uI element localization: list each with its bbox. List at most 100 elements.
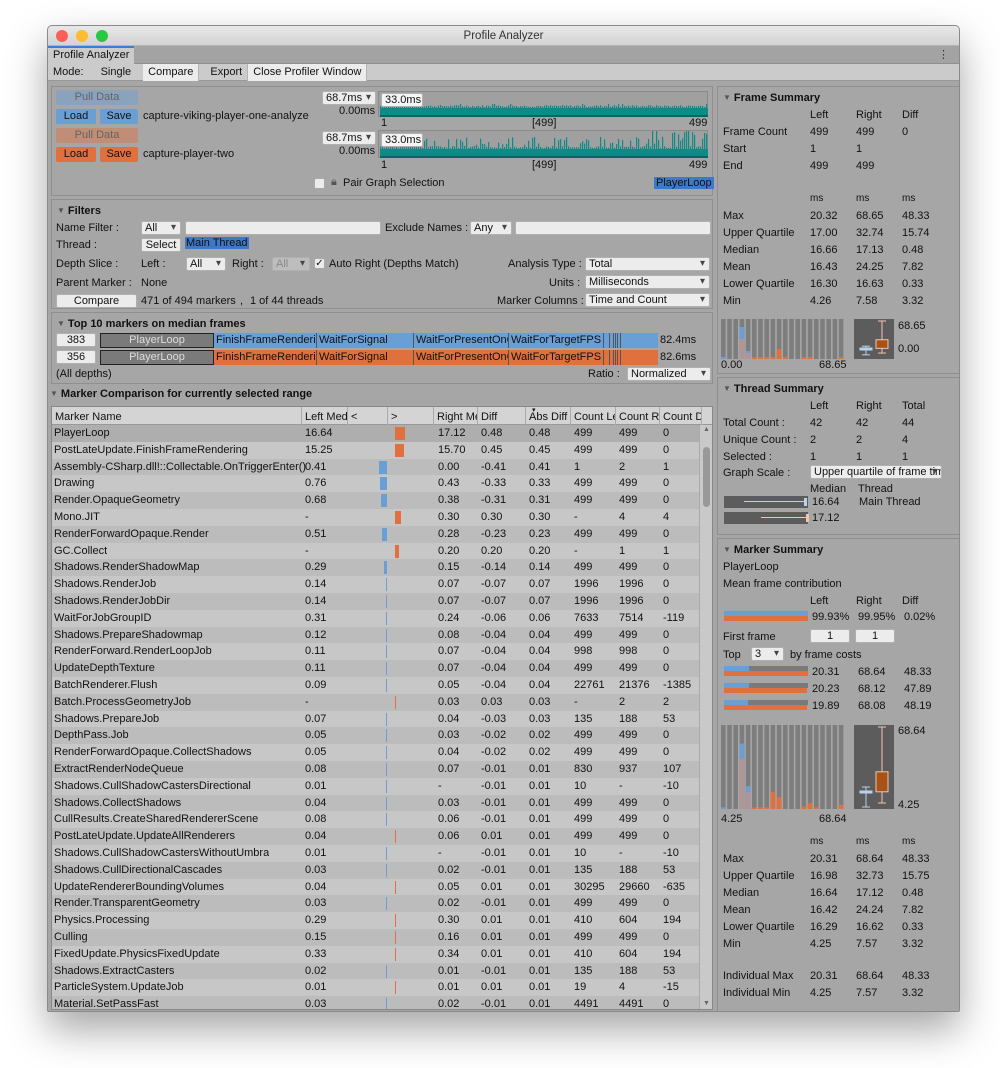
compare-button[interactable]: Compare xyxy=(56,294,137,308)
zoom-window-button[interactable] xyxy=(96,30,108,42)
table-row[interactable]: BatchRenderer.Flush 0.09 0.05 -0.04 0.04 2276… xyxy=(52,676,712,694)
save-left-button[interactable]: Save xyxy=(100,109,138,124)
table-row[interactable]: Physics.Processing 0.29 0.30 0.01 0.01 410 604… xyxy=(52,912,712,929)
table-row[interactable]: Shadows.PrepareJob 0.07 0.04 -0.03 0.03 135 18… xyxy=(52,710,712,728)
table-row[interactable]: GC.Collect - 0.20 0.20 0.20 - 1 1 xyxy=(52,542,712,560)
table-scrollbar[interactable]: ▲ ▼ xyxy=(699,425,712,1009)
top10-frame-button[interactable]: 383 xyxy=(56,333,96,347)
top10-root-marker[interactable]: PlayerLoop xyxy=(100,350,214,365)
table-row[interactable]: Shadows.CollectShadows 0.04 0.03 -0.01 0.01 4… xyxy=(52,794,712,812)
top10-marker-segment[interactable]: FinishFrameRendering xyxy=(214,333,317,348)
top-count-dropdown[interactable]: 3 xyxy=(751,647,784,661)
table-row[interactable]: Shadows.RenderShadowMap 0.29 0.15 -0.14 0.14… xyxy=(52,559,712,577)
top10-small-segment[interactable] xyxy=(618,333,621,348)
pull-data-right-button[interactable]: Pull Data xyxy=(56,128,138,143)
top10-frame-button[interactable]: 356 xyxy=(56,350,96,364)
kebab-menu-icon[interactable]: ⋮ xyxy=(938,48,949,61)
table-row[interactable]: UpdateDepthTexture 0.11 0.07 -0.04 0.04 499 49… xyxy=(52,660,712,677)
table-row[interactable]: RenderForward.RenderLoopJob 0.11 0.07 -0.04… xyxy=(52,643,712,661)
top10-root-marker[interactable]: PlayerLoop xyxy=(100,333,214,348)
filters-header[interactable]: Filters xyxy=(57,205,101,217)
table-row[interactable]: ParticleSystem.UpdateJob 0.01 0.01 0.01 0.01… xyxy=(52,979,712,997)
close-window-button[interactable] xyxy=(56,30,68,42)
column-header-left-median[interactable]: Left Median xyxy=(302,407,348,425)
load-left-button[interactable]: Load xyxy=(56,109,96,124)
exclude-names-mode-dropdown[interactable]: Any xyxy=(470,221,512,235)
name-filter-input[interactable] xyxy=(185,221,381,235)
top10-header[interactable]: Top 10 markers on median frames xyxy=(57,318,246,330)
top10-small-segment[interactable] xyxy=(618,350,621,365)
column-header--[interactable]: > xyxy=(388,407,434,425)
scroll-down-icon[interactable]: ▼ xyxy=(703,1000,710,1007)
marker-comparison-header[interactable]: Marker Comparison for currently selected… xyxy=(50,388,312,400)
table-row[interactable]: Shadows.RenderJob 0.14 0.07 -0.07 0.07 1996 19… xyxy=(52,576,712,593)
exclude-names-input[interactable] xyxy=(515,221,711,235)
column-header-count-delta[interactable]: Count Delta xyxy=(660,407,702,425)
table-row[interactable]: PostLateUpdate.UpdateAllRenderers 0.04 0.0… xyxy=(52,828,712,845)
right-frame-graph[interactable]: 33.0ms xyxy=(378,130,708,158)
save-right-button[interactable]: Save xyxy=(100,147,138,162)
tab-profile-analyzer[interactable]: Profile Analyzer xyxy=(48,46,135,64)
auto-right-checkbox[interactable]: ✓ xyxy=(314,258,325,269)
table-row[interactable]: FixedUpdate.PhysicsFixedUpdate 0.33 0.34 0.… xyxy=(52,945,712,963)
table-row[interactable]: Shadows.CullShadowCastersDirectional 0.01… xyxy=(52,777,712,795)
table-row[interactable]: RenderForwardOpaque.CollectShadows 0.05 0.… xyxy=(52,744,712,761)
table-row[interactable]: Shadows.ExtractCasters 0.02 0.01 -0.01 0.01 1… xyxy=(52,962,712,980)
depth-left-dropdown[interactable]: All xyxy=(186,257,226,271)
name-filter-mode-dropdown[interactable]: All xyxy=(141,221,181,235)
table-row[interactable]: DepthPass.Job 0.05 0.03 -0.02 0.02 499 499 0 xyxy=(52,727,712,745)
scroll-up-icon[interactable]: ▲ xyxy=(703,426,710,433)
ratio-dropdown[interactable]: Normalized xyxy=(627,367,711,381)
table-row[interactable]: Batch.ProcessGeometryJob - 0.03 0.03 0.03 - 2 2 xyxy=(52,693,712,711)
table-row[interactable]: Mono.JIT - 0.30 0.30 0.30 - 4 4 xyxy=(52,508,712,526)
units-dropdown[interactable]: Milliseconds xyxy=(585,275,710,289)
table-row[interactable]: Shadows.CullShadowCastersWithoutUmbra 0.0… xyxy=(52,844,712,862)
column-header-diff[interactable]: Diff xyxy=(478,407,526,425)
table-row[interactable]: PostLateUpdate.FinishFrameRendering 15.25… xyxy=(52,441,712,459)
thread-summary-header[interactable]: Thread Summary xyxy=(723,383,824,395)
table-row[interactable]: ExtractRenderNodeQueue 0.08 0.07 -0.01 0.01 8… xyxy=(52,760,712,778)
top10-marker-segment[interactable]: WaitForPresentOnGfxThread xyxy=(414,333,509,348)
left-range-dropdown[interactable]: 68.7ms xyxy=(322,91,376,105)
table-row[interactable]: UpdateRendererBoundingVolumes 0.04 0.05 0.0… xyxy=(52,878,712,896)
column-header-count-left[interactable]: Count Left xyxy=(571,407,616,425)
mode-compare-button[interactable]: Compare xyxy=(143,63,200,81)
graph-scale-dropdown[interactable]: Upper quartile of frame time xyxy=(810,465,942,479)
top10-marker-segment[interactable]: WaitForTargetFPS xyxy=(509,333,604,348)
close-profiler-window-button[interactable]: Close Profiler Window xyxy=(248,63,368,81)
table-row[interactable]: Material.SetPassFast 0.03 0.02 -0.01 0.01 449… xyxy=(52,996,712,1009)
minimize-window-button[interactable] xyxy=(76,30,88,42)
scrollbar-thumb[interactable] xyxy=(703,447,710,507)
export-button[interactable]: Export xyxy=(205,63,249,81)
top10-marker-segment[interactable]: WaitForTargetFPS xyxy=(509,350,604,365)
table-row[interactable]: Culling 0.15 0.16 0.01 0.01 499 499 0 xyxy=(52,928,712,946)
top10-marker-segment[interactable]: WaitForPresentOnGfxThread xyxy=(414,350,509,365)
table-row[interactable]: Shadows.RenderJobDir 0.14 0.07 -0.07 0.07 199… xyxy=(52,592,712,610)
table-row[interactable]: WaitForJobGroupID 0.31 0.24 -0.06 0.06 7633 75… xyxy=(52,609,712,627)
top10-marker-segment[interactable]: WaitForSignal xyxy=(317,333,414,348)
select-thread-button[interactable]: Select xyxy=(141,238,181,252)
pull-data-left-button[interactable]: Pull Data xyxy=(56,90,138,105)
left-frame-graph[interactable]: 33.0ms xyxy=(378,91,708,117)
marker-columns-dropdown[interactable]: Time and Count xyxy=(585,293,710,307)
analysis-type-dropdown[interactable]: Total xyxy=(585,257,710,271)
marker-summary-header[interactable]: Marker Summary xyxy=(723,544,823,556)
frame-summary-header[interactable]: Frame Summary xyxy=(723,92,820,104)
column-header--[interactable]: < xyxy=(348,407,388,425)
depth-right-dropdown[interactable]: All xyxy=(272,257,310,271)
first-frame-right-button[interactable]: 1 xyxy=(855,629,895,643)
first-frame-left-button[interactable]: 1 xyxy=(810,629,850,643)
pair-graph-selection-checkbox[interactable] xyxy=(314,178,325,189)
table-row[interactable]: Drawing 0.76 0.43 -0.33 0.33 499 499 0 xyxy=(52,475,712,493)
column-header-marker-name[interactable]: Marker Name xyxy=(52,407,302,425)
table-row[interactable]: Render.OpaqueGeometry 0.68 0.38 -0.31 0.31 49… xyxy=(52,492,712,509)
table-row[interactable]: RenderForwardOpaque.Render 0.51 0.28 -0.23 0… xyxy=(52,525,712,543)
table-row[interactable]: Render.TransparentGeometry 0.03 0.02 -0.01 0… xyxy=(52,895,712,913)
top10-marker-segment[interactable]: FinishFrameRendering xyxy=(214,350,317,365)
table-row[interactable]: Assembly-CSharp.dll!::Collectable.OnTrig… xyxy=(52,458,712,476)
load-right-button[interactable]: Load xyxy=(56,147,96,162)
top10-marker-segment[interactable]: WaitForSignal xyxy=(317,350,414,365)
table-row[interactable]: Shadows.PrepareShadowmap 0.12 0.08 -0.04 0.0… xyxy=(52,626,712,644)
table-row[interactable]: Shadows.CullDirectionalCascades 0.03 0.02 -… xyxy=(52,861,712,879)
table-row[interactable]: PlayerLoop 16.64 17.12 0.48 0.48 499 499 0 xyxy=(52,425,712,442)
